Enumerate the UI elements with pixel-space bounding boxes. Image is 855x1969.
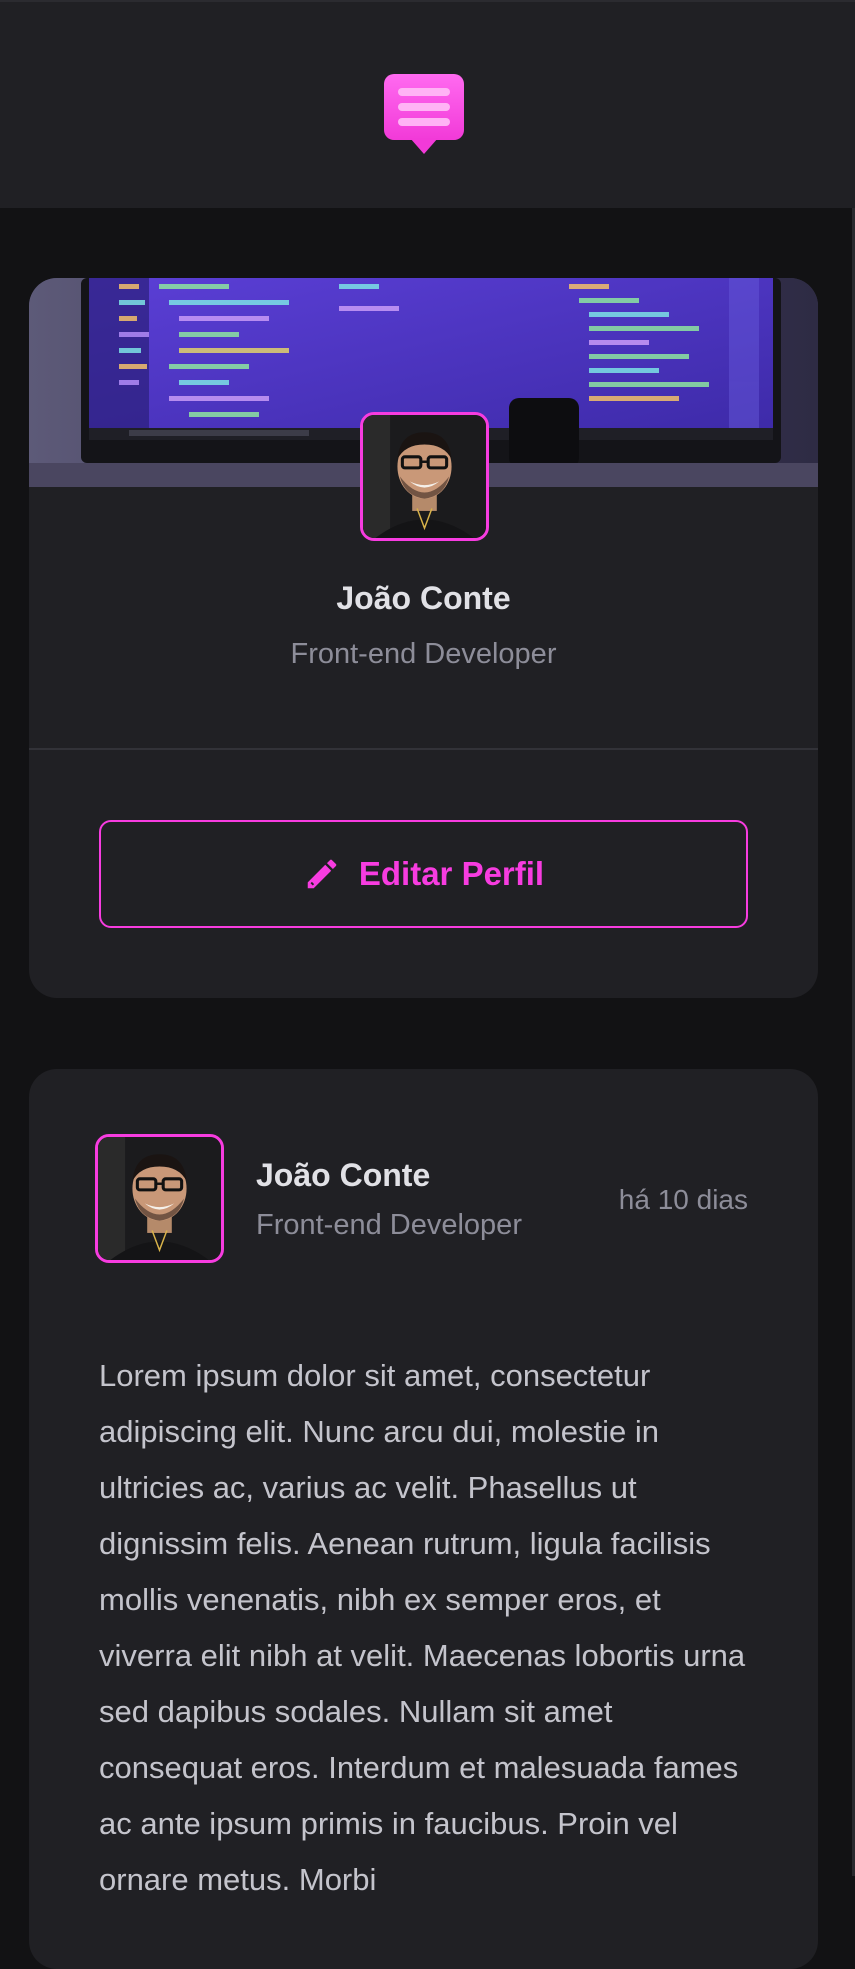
avatar[interactable] xyxy=(360,412,489,541)
post-author-role: Front-end Developer xyxy=(256,1209,522,1241)
profile-card: João Conte Front-end Developer Editar Pe… xyxy=(29,278,818,998)
profile-name: João Conte xyxy=(336,580,511,616)
post-body: Lorem ipsum dolor sit amet, consectetur … xyxy=(99,1358,746,1897)
edit-profile-button[interactable]: Editar Perfil xyxy=(99,820,748,928)
profile-role: Front-end Developer xyxy=(290,638,557,670)
post-timestamp: há 10 dias xyxy=(618,1184,748,1215)
post-author-name: João Conte xyxy=(256,1157,431,1193)
app-header xyxy=(0,0,855,208)
chat-bubble-list-icon[interactable] xyxy=(384,74,464,156)
pencil-icon xyxy=(307,859,337,889)
edit-profile-label: Editar Perfil xyxy=(358,855,545,892)
post-avatar[interactable] xyxy=(95,1134,224,1263)
divider xyxy=(29,748,818,750)
post-card: João Conte Front-end Developer há 10 dia… xyxy=(29,1069,818,1969)
